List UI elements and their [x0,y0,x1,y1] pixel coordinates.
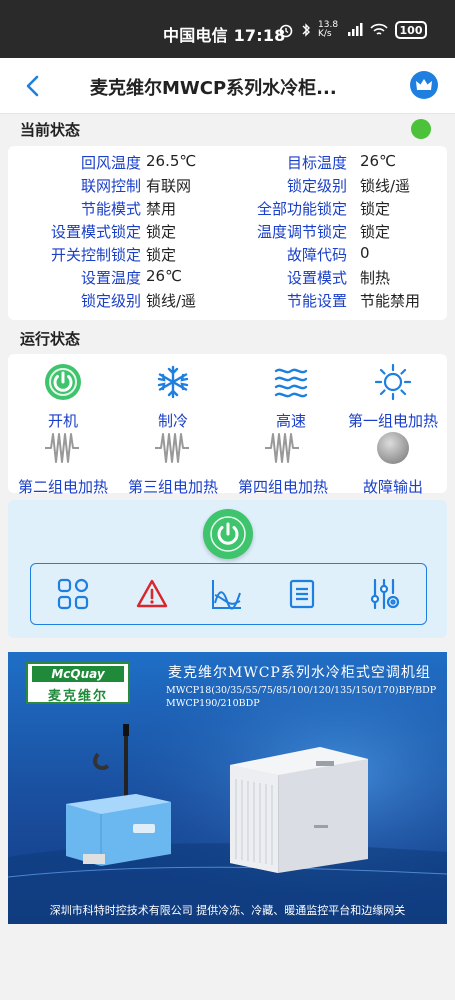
settings-sliders-icon[interactable] [367,577,401,611]
mcquay-logo: McQuay 麦克维尔 [26,662,130,704]
status-row: 开关控制锁定 锁定 故障代码 0 [8,244,447,267]
power-icon [210,516,246,552]
fault-code-label: 故障代码 [286,246,347,264]
status-row: 锁定级别 锁线/遥 节能设置 节能禁用 [8,290,447,313]
mode-lock-value: 锁定 [146,223,177,241]
crown-icon [416,79,432,90]
power-on-icon [45,364,81,400]
banner-models-1: MWCP18(30/35/55/75/85/100/120/135/150/17… [166,685,437,696]
heater-coil-icon [265,433,299,463]
lock-level-2-value: 锁线/遥 [146,292,197,310]
switch-lock-value: 锁定 [146,246,177,264]
wifi-icon [370,23,388,35]
banner-heading: 麦克维尔MWCP系列水冷柜式空调机组 [168,665,431,681]
energy-mode-value: 禁用 [146,200,177,218]
switch-lock-label: 开关控制锁定 [50,246,141,264]
target-temp-value: 26℃ [360,152,396,170]
lock-level-value: 锁线/遥 [360,177,411,195]
run-status-card: 开机 制冷 高速 第一组电加热 第二组电加热 第三组电加热 第四组电加热 故障输… [8,354,448,496]
run-status-title: 运行状态 [20,330,81,348]
heater-coil-icon [155,433,189,463]
run-item-label: 第四组电加热 [237,478,328,496]
page-title: 麦克维尔MWCP系列水冷柜... [90,78,337,99]
gateway-device-image [66,724,171,866]
net-speed: 13.8 K/s [318,20,339,39]
temp-adjust-lock-value: 锁定 [360,223,391,241]
current-status-title: 当前状态 [20,121,81,139]
network-control-value: 有联网 [146,177,192,195]
run-item-power: 开机 [8,362,118,431]
fault-indicator-icon [377,432,409,464]
warning-icon[interactable] [135,577,169,611]
grid-icon[interactable] [56,577,90,611]
energy-setting-value: 节能禁用 [360,292,421,310]
run-item-heater-1: 第一组电加热 [338,362,448,431]
bluetooth-icon [302,23,310,37]
target-temp-label: 目标温度 [286,154,347,172]
status-row: 节能模式 禁用 全部功能锁定 锁定 [8,198,447,221]
list-icon[interactable] [285,577,319,611]
vip-crown-button[interactable] [410,71,438,99]
run-item-heater-2: 第二组电加热 [8,428,118,497]
status-row: 回风温度 26.5℃ 目标温度 26℃ [8,152,447,175]
return-air-temp-label: 回风温度 [80,154,141,172]
status-row: 联网控制 有联网 锁定级别 锁线/遥 [8,175,447,198]
heater-coil-icon [45,433,79,463]
current-status-card: 回风温度 26.5℃ 目标温度 26℃ 联网控制 有联网 锁定级别 锁线/遥 节… [8,146,447,320]
alarm-icon [279,24,293,38]
all-function-lock-label: 全部功能锁定 [256,200,347,218]
all-function-lock-value: 锁定 [360,200,391,218]
ac-unit-image [230,747,368,873]
fault-code-value: 0 [360,244,370,262]
set-temp-label: 设置温度 [80,269,141,287]
run-item-high-speed: 高速 [236,362,346,431]
app-header: 麦克维尔MWCP系列水冷柜... [0,58,455,114]
set-mode-value: 制热 [360,269,391,287]
power-button[interactable] [203,509,253,559]
run-item-label: 故障输出 [362,478,423,496]
mode-lock-label: 设置模式锁定 [50,223,141,241]
run-item-fault-output: 故障输出 [338,428,448,497]
lock-level-label: 锁定级别 [286,177,347,195]
set-mode-label: 设置模式 [286,269,347,287]
product-banner: McQuay 麦克维尔 麦克维尔MWCP系列水冷柜式空调机组 MWCP18(30… [8,652,447,924]
run-item-label: 第三组电加热 [127,478,218,496]
energy-setting-label: 节能设置 [286,292,347,310]
lock-level-2-label: 锁定级别 [80,292,141,310]
signal-icon [348,23,363,36]
temp-adjust-lock-label: 温度调节锁定 [256,223,347,241]
logo-en: McQuay [32,666,124,682]
return-air-temp-value: 26.5℃ [146,152,197,170]
online-status-indicator [411,119,431,139]
run-item-heater-3: 第三组电加热 [118,428,228,497]
chart-icon[interactable] [210,577,244,611]
snowflake-icon [157,365,189,399]
wind-waves-icon [274,368,308,398]
sun-icon [374,363,412,401]
logo-cn: 麦克维尔 [47,689,108,704]
energy-mode-label: 节能模式 [80,200,141,218]
set-temp-value: 26℃ [146,267,182,285]
status-icons: 13.8 K/s 100 [278,21,427,39]
network-control-label: 联网控制 [80,177,141,195]
status-row: 设置温度 26℃ 设置模式 制热 [8,267,447,290]
carrier-time: 中国电信 17:18 [163,26,286,45]
battery-icon: 100 [395,21,427,39]
run-item-heater-4: 第四组电加热 [228,428,338,497]
back-arrow-icon[interactable] [22,74,44,98]
banner-footer: 深圳市科特时控技术有限公司 提供冷冻、冷藏、暖通监控平台和边缘网关 [49,904,406,917]
system-status-bar: 中国电信 17:18 13.8 K/s 100 [0,0,455,58]
banner-models-2: MWCP190/210BDP [166,698,260,709]
run-item-label: 第二组电加热 [17,478,108,496]
status-row: 设置模式锁定 锁定 温度调节锁定 锁定 [8,221,447,244]
run-item-cooling: 制冷 [118,362,228,431]
